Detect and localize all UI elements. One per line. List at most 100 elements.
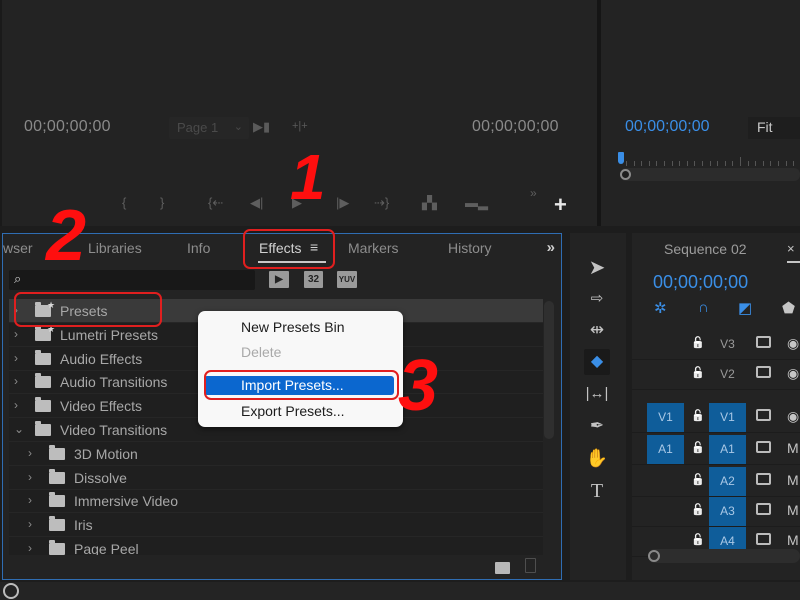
hand-tool-icon[interactable]: ✋ (584, 445, 610, 471)
chevron-right-icon[interactable]: › (28, 446, 32, 460)
accelerated-effects-filter-icon[interactable]: ▶ (269, 271, 289, 288)
type-tool-icon[interactable]: T (584, 478, 610, 504)
selection-tool-icon[interactable]: ➤ (584, 255, 610, 281)
program-time-ruler[interactable] (618, 150, 800, 168)
drag-audio-icon[interactable]: +|+ (292, 120, 308, 132)
tree-item[interactable]: › Dissolve (9, 466, 543, 490)
track-target[interactable]: A2 (709, 467, 746, 496)
lock-icon[interactable]: 🔓 (691, 336, 705, 349)
tree-item[interactable]: › Iris (9, 513, 543, 538)
sync-lock-icon[interactable] (756, 336, 771, 348)
nest-sequence-icon[interactable]: ✲ (654, 299, 667, 317)
sync-lock-icon[interactable] (756, 473, 771, 485)
timeline-zoom-scrollbar[interactable] (648, 549, 800, 563)
chevron-right-icon[interactable]: › (28, 470, 32, 484)
track-select-tool-icon[interactable]: ⇨ (584, 286, 610, 312)
chevron-right-icon[interactable]: › (14, 351, 18, 365)
slip-tool-icon[interactable]: |↔| (584, 381, 610, 407)
menu-item-delete[interactable]: Delete (204, 343, 394, 362)
timeline-timecode[interactable]: 00;00;00;00 (653, 272, 748, 293)
pen-tool-icon[interactable]: ✒ (584, 413, 610, 439)
track-target[interactable]: A3 (709, 497, 746, 526)
track-target[interactable]: A1 (709, 435, 746, 464)
effects-vertical-scrollbar[interactable] (543, 299, 555, 555)
scrollbar-handle[interactable] (648, 550, 660, 562)
playhead[interactable] (618, 152, 624, 164)
step-back-icon[interactable]: ◀| (250, 195, 263, 211)
sync-lock-icon[interactable] (756, 503, 771, 515)
tab-media-browser[interactable]: wser (3, 240, 33, 256)
lock-icon[interactable]: 🔓 (691, 366, 705, 379)
add-marker-icon[interactable]: ⬟ (782, 299, 795, 317)
track-target[interactable]: V2 (709, 360, 746, 389)
button-editor-add-icon[interactable]: + (554, 192, 567, 218)
tab-history[interactable]: History (448, 240, 492, 256)
tab-info[interactable]: Info (187, 240, 210, 256)
linked-selection-icon[interactable]: ◩ (738, 299, 752, 317)
mute-button[interactable]: M (787, 440, 799, 456)
mute-button[interactable]: M (787, 472, 799, 488)
lock-icon[interactable]: 🔓 (691, 503, 705, 516)
program-timecode[interactable]: 00;00;00;00 (625, 118, 710, 136)
scrollbar-handle[interactable] (620, 169, 631, 180)
track-target[interactable]: V3 (709, 330, 746, 359)
tab-markers[interactable]: Markers (348, 240, 399, 256)
trash-icon[interactable] (525, 558, 536, 573)
snap-icon[interactable]: ∩ (698, 299, 709, 316)
menu-item-new-presets-bin[interactable]: New Presets Bin (204, 318, 394, 337)
chevron-down-icon[interactable]: ⌄ (14, 422, 24, 436)
mark-out-icon[interactable]: } (160, 195, 164, 210)
sync-lock-icon[interactable] (756, 533, 771, 545)
zoom-level-select[interactable]: Fit (748, 117, 800, 139)
tab-sequence[interactable]: Sequence 02 (664, 241, 747, 257)
32bit-filter-icon[interactable]: 32 (304, 271, 323, 288)
chevron-right-icon[interactable]: › (28, 517, 32, 531)
eye-icon[interactable]: ◉ (787, 408, 799, 425)
tree-item-label: Immersive Video (74, 493, 179, 510)
more-tabs-icon[interactable]: » (547, 239, 555, 256)
razor-tool-icon[interactable]: ◆ (584, 349, 610, 375)
source-patch[interactable]: A1 (647, 435, 684, 464)
creative-cloud-icon[interactable] (3, 583, 19, 599)
eye-icon[interactable]: ◉ (787, 365, 799, 382)
more-buttons-icon[interactable]: » (530, 186, 537, 200)
chevron-right-icon[interactable]: › (28, 493, 32, 507)
mark-in-icon[interactable]: { (122, 195, 126, 210)
source-timecode-out[interactable]: 00;00;00;00 (472, 118, 559, 136)
mute-button[interactable]: M (787, 502, 799, 518)
chevron-right-icon[interactable]: › (14, 327, 18, 341)
sync-lock-icon[interactable] (756, 441, 771, 453)
eye-icon[interactable]: ◉ (787, 335, 799, 352)
scrollbar-thumb[interactable] (544, 301, 554, 439)
step-forward-icon[interactable]: |▶ (336, 195, 349, 211)
tree-item[interactable]: › 3D Motion (9, 442, 543, 466)
tab-libraries[interactable]: Libraries (88, 240, 142, 256)
page-select[interactable]: Page 1 ⌄ (169, 117, 249, 139)
source-timecode-in[interactable]: 00;00;00;00 (24, 118, 111, 136)
go-to-in-icon[interactable]: {⇠ (208, 195, 223, 211)
new-bin-icon[interactable] (495, 562, 510, 574)
tree-item[interactable]: › Immersive Video (9, 489, 543, 514)
sync-lock-icon[interactable] (756, 409, 771, 421)
sync-lock-icon[interactable] (756, 366, 771, 378)
overwrite-icon[interactable]: ▬▂ (465, 195, 488, 211)
lock-icon[interactable]: 🔓 (691, 533, 705, 546)
lock-icon[interactable]: 🔓 (691, 441, 705, 454)
lock-icon[interactable]: 🔓 (691, 409, 705, 422)
insert-icon[interactable]: ▞▖ (422, 195, 442, 211)
chevron-right-icon[interactable]: › (14, 398, 18, 412)
mute-button[interactable]: M (787, 532, 799, 548)
ripple-edit-tool-icon[interactable]: ⇹ (584, 317, 610, 343)
source-patch[interactable]: V1 (647, 403, 684, 432)
yuv-filter-icon[interactable]: YUV (337, 271, 357, 288)
menu-item-export-presets[interactable]: Export Presets... (204, 402, 394, 421)
lock-icon[interactable]: 🔓 (691, 473, 705, 486)
program-zoom-scrollbar[interactable] (620, 168, 800, 181)
chevron-right-icon[interactable]: › (28, 541, 32, 555)
track-target[interactable]: V1 (709, 403, 746, 432)
close-icon[interactable]: × (787, 241, 795, 256)
tree-item[interactable]: › Page Peel (9, 537, 543, 555)
chevron-right-icon[interactable]: › (14, 374, 18, 388)
go-to-out-icon[interactable]: ⇢} (374, 195, 389, 211)
drag-video-icon[interactable]: ▶▮ (253, 119, 270, 135)
